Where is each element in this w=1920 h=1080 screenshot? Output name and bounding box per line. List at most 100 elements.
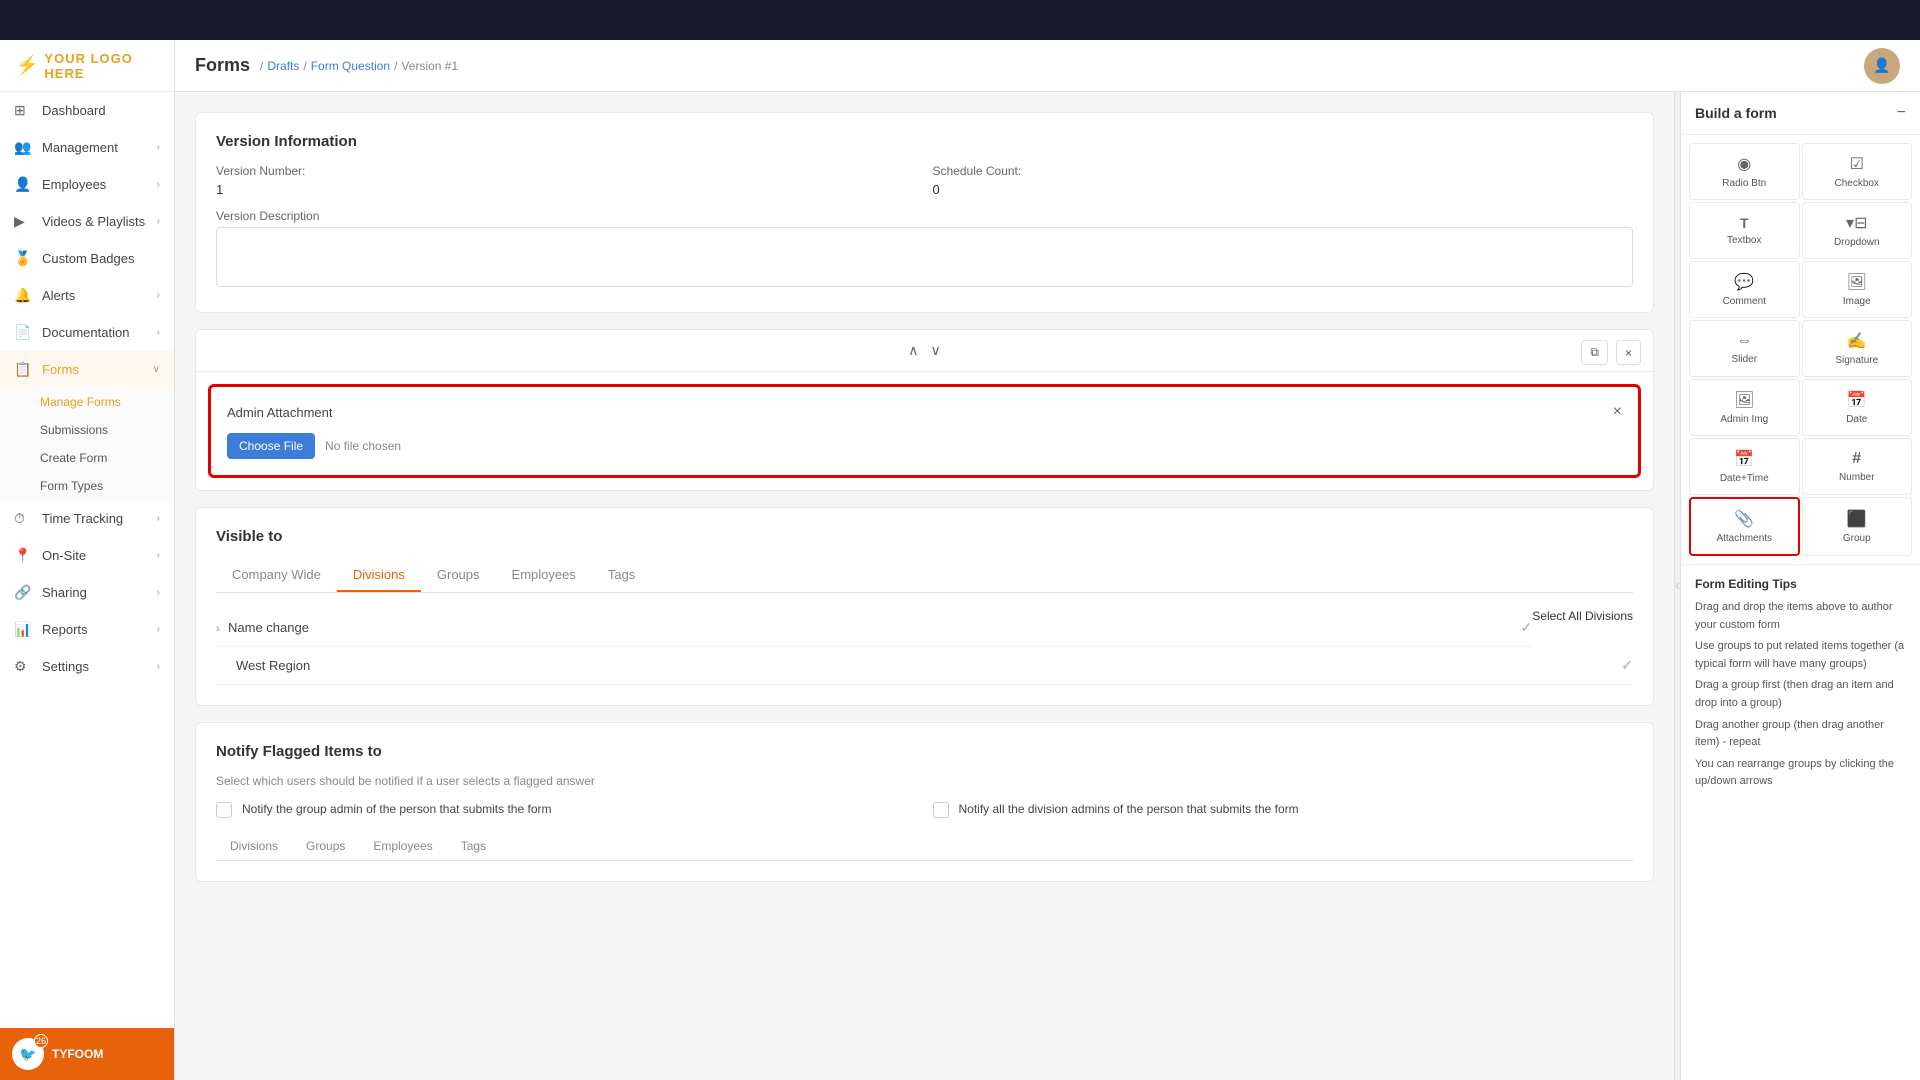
tool-label: Comment — [1723, 296, 1766, 307]
tool-comment[interactable]: 💬 Comment — [1689, 261, 1800, 318]
tab-groups[interactable]: Groups — [421, 559, 496, 592]
page-title: Forms — [195, 55, 250, 76]
logo-icon: ⚡ — [16, 55, 38, 76]
sidebar-subitem-form-types[interactable]: Form Types — [0, 472, 174, 500]
breadcrumb-drafts[interactable]: Drafts — [267, 59, 299, 73]
notify-tab-employees[interactable]: Employees — [359, 832, 446, 860]
question-card: ∧ ∨ ⧉ × Admin Attachment × — [195, 329, 1654, 491]
alerts-icon: 🔔 — [14, 287, 34, 304]
tab-divisions[interactable]: Divisions — [337, 559, 421, 592]
delete-button[interactable]: × — [1616, 340, 1641, 365]
sidebar-item-management[interactable]: 👥 Management › — [0, 129, 174, 166]
breadcrumb-form-question[interactable]: Form Question — [311, 59, 390, 73]
panel-title: Build a form — [1695, 105, 1777, 121]
tool-slider[interactable]: ⇔ Slider — [1689, 320, 1800, 377]
sidebar-item-sharing[interactable]: 🔗 Sharing › — [0, 574, 174, 611]
tool-label: Date+Time — [1720, 473, 1769, 484]
notify-checkbox-division-admin[interactable] — [933, 802, 949, 818]
tool-date[interactable]: 📅 Date — [1802, 379, 1913, 436]
date-time-icon: 📅 — [1734, 449, 1754, 469]
radio-btn-icon: ◉ — [1737, 154, 1751, 174]
division-item-name-change: › Name change ✓ — [216, 609, 1532, 647]
tab-tags[interactable]: Tags — [592, 559, 651, 592]
breadcrumb-version: Version #1 — [401, 59, 458, 73]
sidebar-item-forms[interactable]: 📋 Forms ∨ — [0, 351, 174, 388]
tips-title: Form Editing Tips — [1695, 577, 1906, 591]
attachment-modal-body: Choose File No file chosen — [227, 433, 1622, 459]
sidebar-subitem-create-form[interactable]: Create Form — [0, 444, 174, 472]
tool-radio-btn[interactable]: ◉ Radio Btn — [1689, 143, 1800, 200]
bottom-bar[interactable]: 🐦 26 TYFOOM — [0, 1028, 174, 1080]
attachments-icon: 📎 — [1734, 509, 1754, 529]
tip-1: Drag and drop the items above to author … — [1695, 599, 1906, 634]
tool-label: Date — [1846, 414, 1867, 425]
tool-group[interactable]: ⬛ Group — [1802, 497, 1913, 556]
version-number-group: Version Number: 1 — [216, 164, 917, 197]
tool-textbox[interactable]: T Textbox — [1689, 202, 1800, 259]
notify-tab-groups[interactable]: Groups — [292, 832, 359, 860]
employees-icon: 👤 — [14, 176, 34, 193]
tool-dropdown[interactable]: ▾⊟ Dropdown — [1802, 202, 1913, 259]
panel-header: Build a form − — [1681, 92, 1920, 135]
tool-image[interactable]: 🖼 Image — [1802, 261, 1913, 318]
image-icon: 🖼 — [1847, 272, 1867, 292]
chevron-right-icon: › — [157, 179, 160, 190]
tool-date-time[interactable]: 📅 Date+Time — [1689, 438, 1800, 495]
sidebar-item-on-site[interactable]: 📍 On-Site › — [0, 537, 174, 574]
division-check-icon: ✓ — [1521, 619, 1533, 636]
on-site-icon: 📍 — [14, 547, 34, 564]
notify-description: Select which users should be notified if… — [216, 774, 1633, 788]
tool-signature[interactable]: ✍ Signature — [1802, 320, 1913, 377]
description-textarea[interactable] — [216, 227, 1633, 287]
user-avatar[interactable]: 👤 — [1864, 48, 1900, 84]
tool-label: Checkbox — [1835, 178, 1879, 189]
move-up-button[interactable]: ∧ — [908, 342, 918, 359]
sidebar-item-time-tracking[interactable]: ⏱ Time Tracking › — [0, 500, 174, 537]
chevron-right-icon: › — [157, 142, 160, 153]
tip-2: Use groups to put related items together… — [1695, 638, 1906, 673]
version-number-label: Version Number: — [216, 164, 917, 178]
logo-area: ⚡ YOUR LOGO HERE — [0, 40, 174, 92]
sidebar-item-settings[interactable]: ⚙ Settings › — [0, 648, 174, 685]
notify-tab-divisions[interactable]: Divisions — [216, 832, 292, 860]
tool-admin-img[interactable]: 🖼 Admin Img — [1689, 379, 1800, 436]
move-down-button[interactable]: ∨ — [931, 342, 941, 359]
right-panel: Build a form − ◉ Radio Btn ☑ Checkbox — [1680, 92, 1920, 1080]
sidebar-item-videos[interactable]: ▶ Videos & Playlists › — [0, 203, 174, 240]
division-name: Name change — [228, 620, 309, 635]
sidebar-item-dashboard[interactable]: ⊞ Dashboard — [0, 92, 174, 129]
choose-file-button[interactable]: Choose File — [227, 433, 315, 459]
tool-number[interactable]: # Number — [1802, 438, 1913, 495]
sidebar-item-alerts[interactable]: 🔔 Alerts › — [0, 277, 174, 314]
copy-button[interactable]: ⧉ — [1581, 340, 1608, 365]
notify-item-group-admin: Notify the group admin of the person tha… — [216, 802, 917, 818]
notify-section: Notify Flagged Items to Select which use… — [195, 722, 1654, 882]
checkbox-icon: ☑ — [1850, 154, 1864, 174]
tool-checkbox[interactable]: ☑ Checkbox — [1802, 143, 1913, 200]
sidebar-item-employees[interactable]: 👤 Employees › — [0, 166, 174, 203]
date-icon: 📅 — [1847, 390, 1867, 410]
tool-attachments[interactable]: 📎 Attachments — [1689, 497, 1800, 556]
tab-employees[interactable]: Employees — [496, 559, 592, 592]
tab-company-wide[interactable]: Company Wide — [216, 559, 337, 592]
tips-section: Form Editing Tips Drag and drop the item… — [1681, 564, 1920, 803]
sidebar-item-reports[interactable]: 📊 Reports › — [0, 611, 174, 648]
breadcrumb-separator: / — [303, 59, 306, 73]
notify-checkbox-group-admin[interactable] — [216, 802, 232, 818]
sidebar-item-custom-badges[interactable]: 🏅 Custom Badges — [0, 240, 174, 277]
panel-collapse-button[interactable]: − — [1897, 104, 1906, 122]
chevron-right-icon: › — [216, 621, 220, 635]
attachment-modal-close-button[interactable]: × — [1613, 403, 1622, 421]
tip-3: Drag a group first (then drag an item an… — [1695, 677, 1906, 712]
tool-label: Radio Btn — [1722, 178, 1766, 189]
sidebar-subitem-submissions[interactable]: Submissions — [0, 416, 174, 444]
select-all-button[interactable]: Select All Divisions — [1532, 609, 1633, 623]
sidebar-subitem-manage-forms[interactable]: Manage Forms — [0, 388, 174, 416]
tool-label: Textbox — [1727, 235, 1761, 246]
page-header: Forms / Drafts / Form Question / Version… — [175, 40, 1920, 92]
breadcrumb: / Drafts / Form Question / Version #1 — [260, 59, 458, 73]
sidebar-item-documentation[interactable]: 📄 Documentation › — [0, 314, 174, 351]
notify-tab-tags[interactable]: Tags — [447, 832, 500, 860]
bottom-avatar: 🐦 26 — [12, 1038, 44, 1070]
sidebar-item-label: Time Tracking — [42, 511, 157, 526]
